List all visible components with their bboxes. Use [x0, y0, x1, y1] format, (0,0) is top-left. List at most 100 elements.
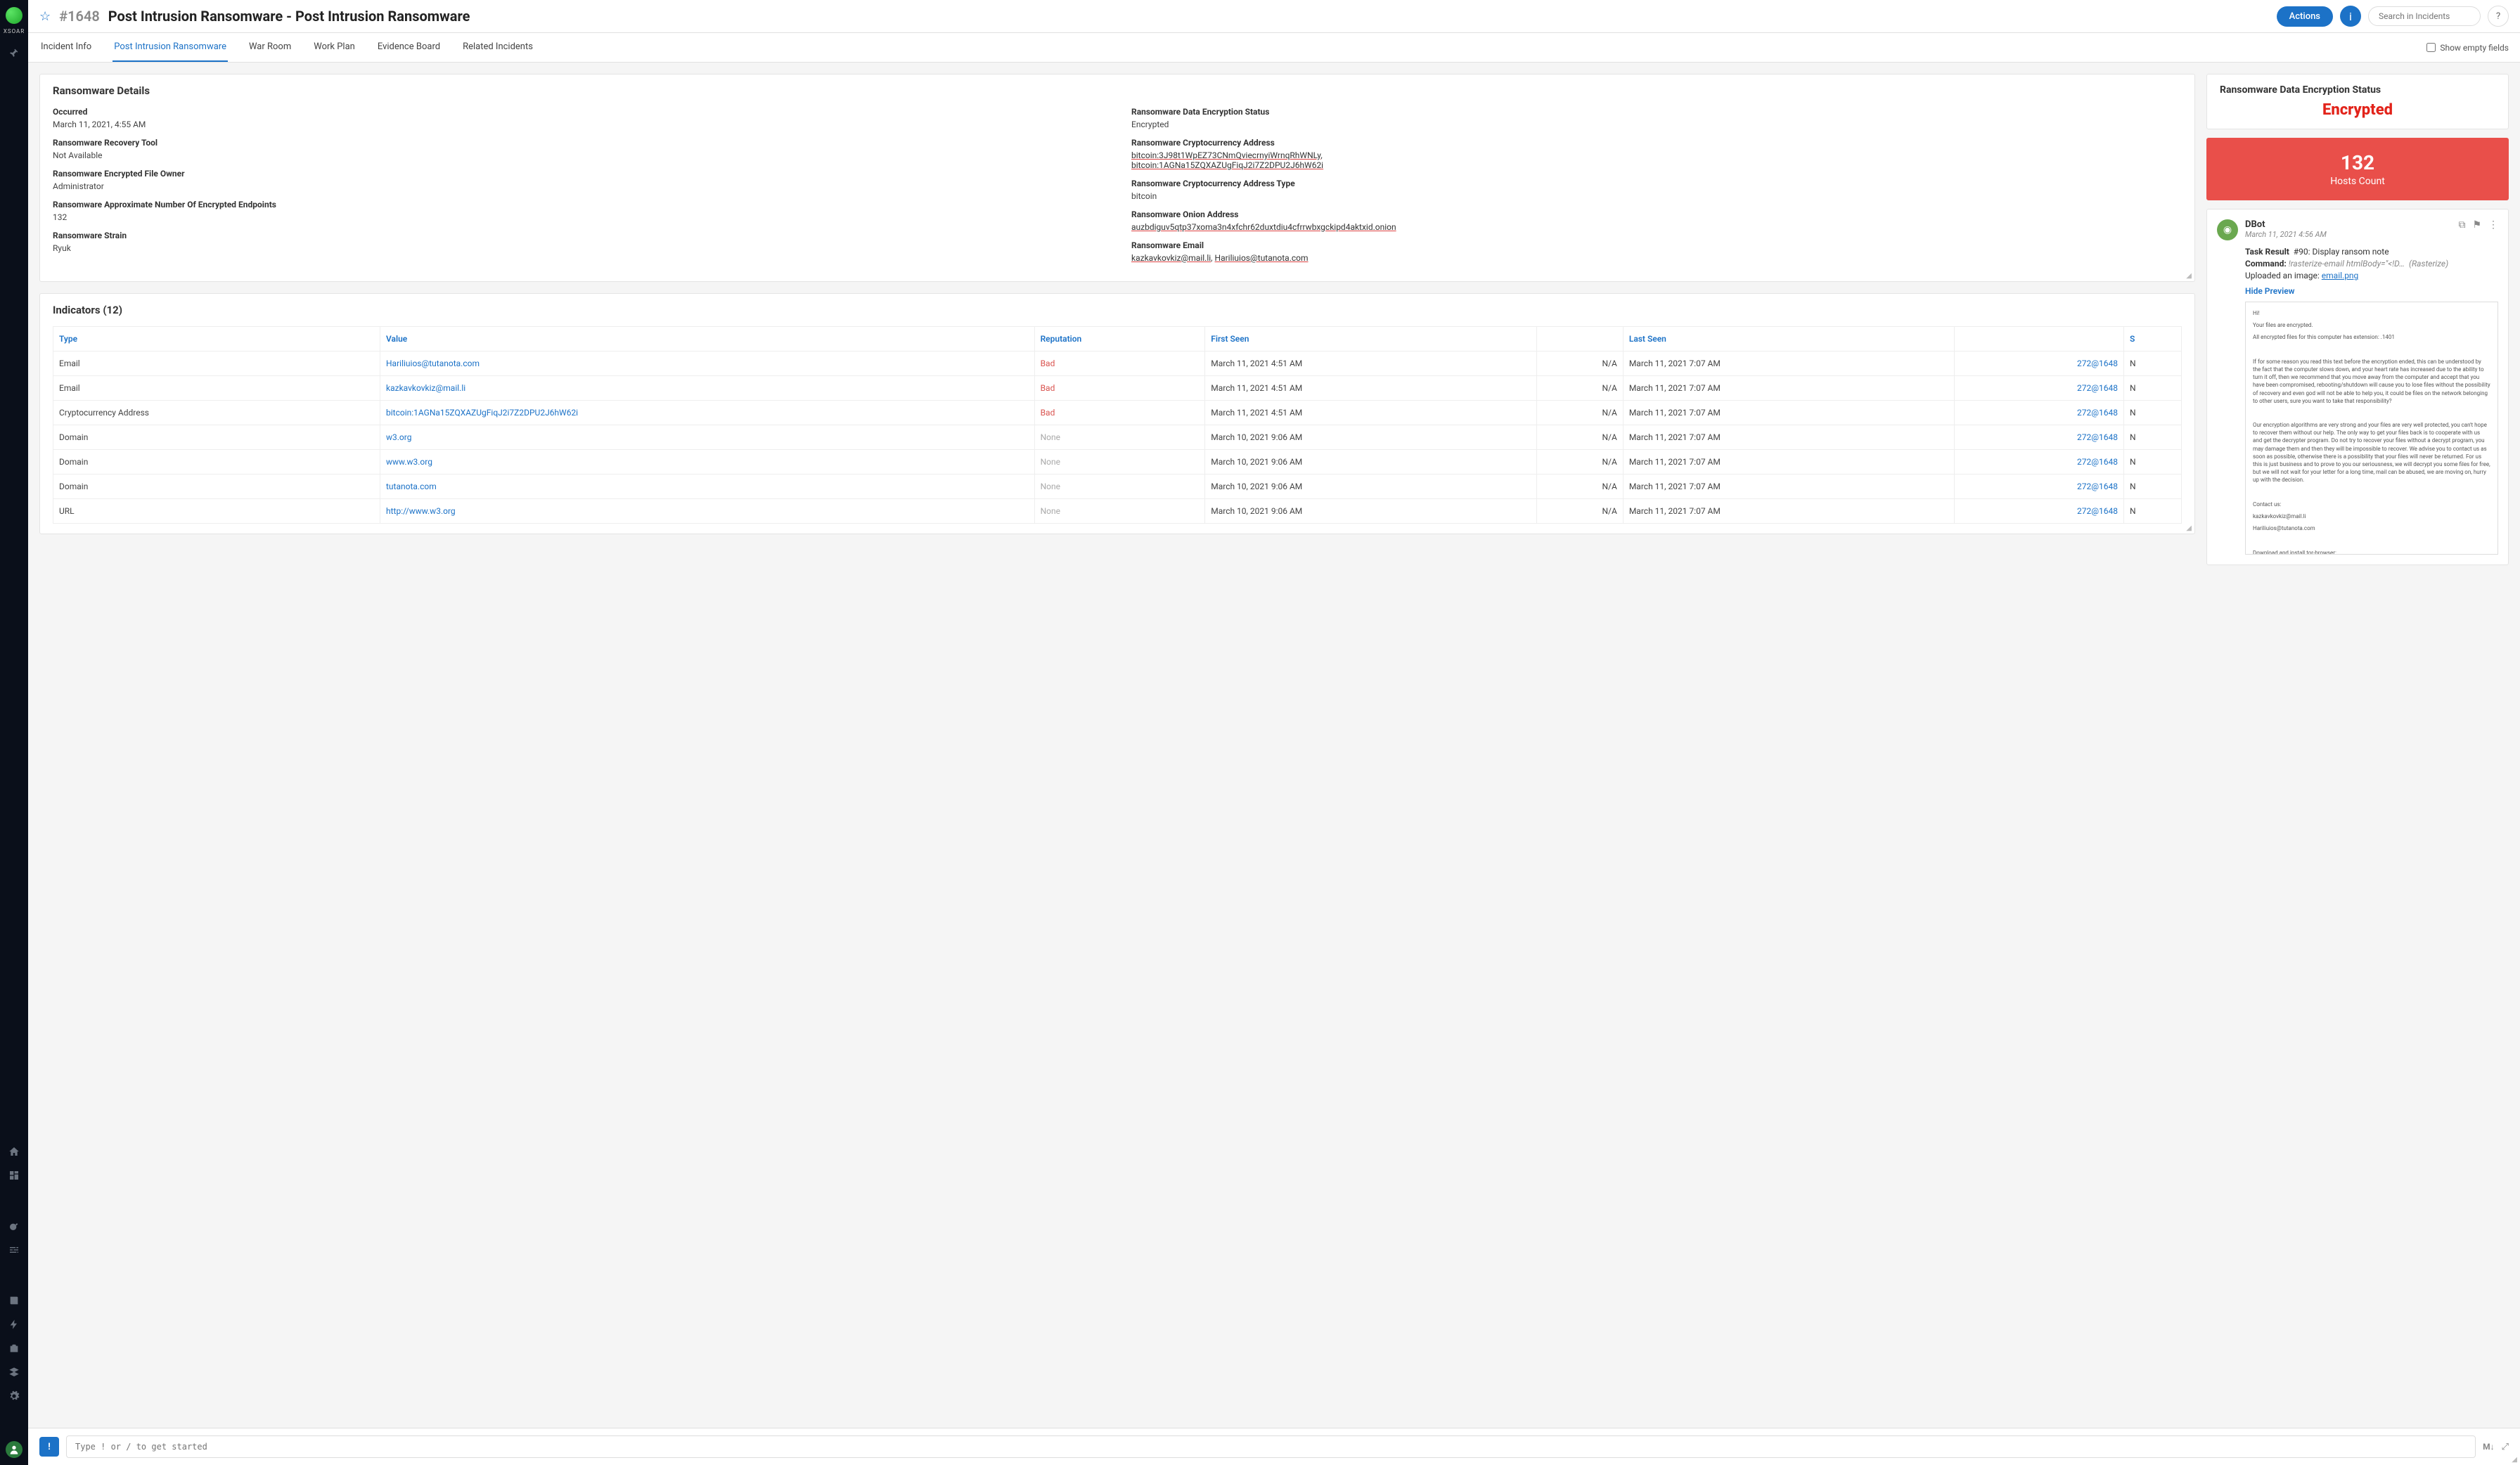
home-icon[interactable] — [8, 1146, 20, 1157]
cell-s: N — [2123, 475, 2181, 499]
show-empty-label: Show empty fields — [2440, 43, 2509, 53]
upload-link[interactable]: email.png — [2322, 271, 2359, 280]
email-link[interactable]: Hariliuios@tutanota.com — [1215, 253, 1309, 263]
table-row[interactable]: EmailHariliuios@tutanota.comBadMarch 11,… — [53, 351, 2182, 376]
cell-value[interactable]: bitcoin:1AGNa15ZQXAZUgFiqJ2i7Z2DPU2J6hW6… — [380, 401, 1035, 425]
help-button[interactable]: ? — [2488, 6, 2509, 27]
encryption-status-card: Ransomware Data Encryption Status Encryp… — [2206, 74, 2509, 129]
cell-first-seen: March 10, 2021 9:06 AM — [1205, 425, 1537, 450]
cell-na: N/A — [1536, 450, 1623, 475]
col-header[interactable] — [1536, 327, 1623, 351]
indicators-title: Indicators (12) — [53, 304, 2182, 316]
hide-preview-link[interactable]: Hide Preview — [2245, 286, 2498, 296]
cmd-brand: (Rasterize) — [2409, 259, 2448, 269]
star-icon[interactable]: ☆ — [39, 9, 51, 24]
tab-related-incidents[interactable]: Related Incidents — [461, 33, 534, 62]
col-header[interactable]: Type — [53, 327, 380, 351]
markdown-icon[interactable]: M↓ — [2483, 1442, 2495, 1452]
cell-value[interactable]: kazkavkovkiz@mail.li — [380, 376, 1035, 401]
cmd-label: Command: — [2245, 259, 2287, 269]
bomb-icon[interactable] — [8, 1220, 20, 1232]
cell-reputation: None — [1034, 499, 1205, 524]
book-icon[interactable] — [8, 1295, 20, 1306]
cell-related[interactable]: 272@1648 — [1955, 401, 2124, 425]
more-icon[interactable]: ⋮ — [2488, 219, 2498, 231]
search-input[interactable] — [2368, 6, 2481, 26]
command-input[interactable] — [66, 1435, 2476, 1458]
col-header[interactable]: First Seen — [1205, 327, 1537, 351]
tab-work-plan[interactable]: Work Plan — [312, 33, 356, 62]
col-header[interactable]: Last Seen — [1623, 327, 1955, 351]
col-header[interactable]: Reputation — [1034, 327, 1205, 351]
cell-first-seen: March 11, 2021 4:51 AM — [1205, 376, 1537, 401]
command-button[interactable]: ! — [39, 1437, 59, 1457]
indicators-card: Indicators (12) TypeValueReputationFirst… — [39, 293, 2195, 534]
field-label: Ransomware Strain — [53, 231, 1103, 240]
field-value: 132 — [53, 212, 1103, 222]
tab-post-intrusion[interactable]: Post Intrusion Ransomware — [112, 33, 228, 62]
main-area: ☆ #1648 Post Intrusion Ransomware - Post… — [28, 0, 2520, 1465]
email-link[interactable]: kazkavkovkiz@mail.li — [1131, 253, 1211, 263]
expand-icon[interactable]: ⤢ — [2502, 1442, 2509, 1452]
col-header[interactable]: S — [2123, 327, 2181, 351]
resize-handle[interactable]: ◢ — [2186, 524, 2192, 532]
cell-related[interactable]: 272@1648 — [1955, 376, 2124, 401]
stack-icon[interactable] — [8, 1367, 20, 1378]
gear-icon[interactable] — [8, 1390, 20, 1402]
briefcase-icon[interactable] — [8, 1343, 20, 1354]
left-sidebar: XSOAR — [0, 0, 28, 1465]
cell-s: N — [2123, 425, 2181, 450]
show-empty-checkbox[interactable] — [2426, 43, 2436, 52]
table-row[interactable]: Domaintutanota.comNoneMarch 10, 2021 9:0… — [53, 475, 2182, 499]
cell-last-seen: March 11, 2021 7:07 AM — [1623, 401, 1955, 425]
indicators-table: TypeValueReputationFirst SeenLast SeenS … — [53, 326, 2182, 524]
user-avatar-icon[interactable] — [6, 1441, 22, 1458]
cell-value[interactable]: Hariliuios@tutanota.com — [380, 351, 1035, 376]
cell-related[interactable]: 272@1648 — [1955, 351, 2124, 376]
cell-value[interactable]: tutanota.com — [380, 475, 1035, 499]
cell-related[interactable]: 272@1648 — [1955, 475, 2124, 499]
incident-title: Post Intrusion Ransomware - Post Intrusi… — [108, 8, 470, 25]
footer-bar: ! M↓ ⤢ — [28, 1428, 2520, 1465]
table-row[interactable]: URLhttp://www.w3.orgNoneMarch 10, 2021 9… — [53, 499, 2182, 524]
tab-incident-info[interactable]: Incident Info — [39, 33, 93, 62]
cell-type: Email — [53, 376, 380, 401]
cell-value[interactable]: w3.org — [380, 425, 1035, 450]
tab-war-room[interactable]: War Room — [248, 33, 292, 62]
cell-na: N/A — [1536, 401, 1623, 425]
cell-value[interactable]: www.w3.org — [380, 450, 1035, 475]
cell-related[interactable]: 272@1648 — [1955, 499, 2124, 524]
resize-handle[interactable]: ◢ — [2186, 272, 2192, 280]
topbar: ☆ #1648 Post Intrusion Ransomware - Post… — [28, 0, 2520, 33]
upload-text: Uploaded an image: — [2245, 271, 2320, 280]
field-value: Encrypted — [1131, 120, 2182, 129]
dashboard-icon[interactable] — [8, 1170, 20, 1181]
bolt-icon[interactable] — [8, 1319, 20, 1330]
table-row[interactable]: Domainwww.w3.orgNoneMarch 10, 2021 9:06 … — [53, 450, 2182, 475]
info-button[interactable]: i — [2340, 6, 2361, 27]
cell-value[interactable]: http://www.w3.org — [380, 499, 1035, 524]
crypto-link[interactable]: bitcoin:3J98t1WpEZ73CNmQviecrnyiWrnqRhWN… — [1131, 150, 1320, 160]
onion-link[interactable]: auzbdiguv5qtp37xoma3n4xfchr62duxtdiu4cfr… — [1131, 222, 1396, 232]
copy-icon[interactable]: ⧉ — [2458, 219, 2465, 231]
cell-last-seen: March 11, 2021 7:07 AM — [1623, 450, 1955, 475]
crypto-link[interactable]: bitcoin:1AGNa15ZQXAZUgFiqJ2i7Z2DPU2J6hW6… — [1131, 160, 1323, 170]
sliders-icon[interactable] — [8, 1244, 20, 1256]
field-label: Occurred — [53, 107, 1103, 117]
field-value: bitcoin — [1131, 191, 2182, 201]
tab-evidence-board[interactable]: Evidence Board — [376, 33, 442, 62]
cell-first-seen: March 11, 2021 4:51 AM — [1205, 401, 1537, 425]
col-header[interactable]: Value — [380, 327, 1035, 351]
cell-related[interactable]: 272@1648 — [1955, 450, 2124, 475]
table-row[interactable]: Cryptocurrency Addressbitcoin:1AGNa15ZQX… — [53, 401, 2182, 425]
flag-icon[interactable]: ⚑ — [2472, 219, 2481, 231]
actions-button[interactable]: Actions — [2277, 6, 2333, 27]
table-row[interactable]: Emailkazkavkovkiz@mail.liBadMarch 11, 20… — [53, 376, 2182, 401]
cell-first-seen: March 11, 2021 4:51 AM — [1205, 351, 1537, 376]
col-header[interactable] — [1955, 327, 2124, 351]
cell-related[interactable]: 272@1648 — [1955, 425, 2124, 450]
cell-first-seen: March 10, 2021 9:06 AM — [1205, 450, 1537, 475]
table-row[interactable]: Domainw3.orgNoneMarch 10, 2021 9:06 AMN/… — [53, 425, 2182, 450]
pin-icon[interactable] — [8, 47, 20, 58]
cell-type: Cryptocurrency Address — [53, 401, 380, 425]
